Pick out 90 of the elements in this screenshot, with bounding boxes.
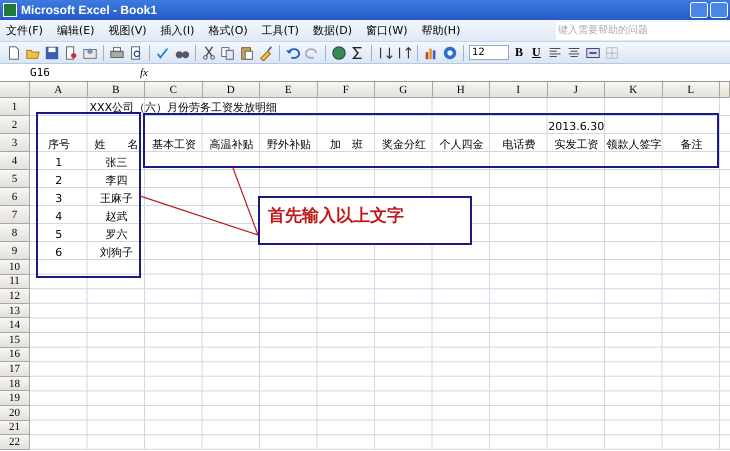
menu-item[interactable]: 插入(I) (160, 23, 194, 38)
column-header[interactable]: C (145, 82, 202, 98)
table-cell: 3 (55, 192, 62, 206)
sort-descending-icon[interactable] (396, 44, 412, 60)
table-cell: XXX公司（六）月份劳务工资发放明细 (90, 101, 278, 115)
row-header[interactable]: 9 (0, 242, 30, 260)
function-label[interactable]: fx (140, 66, 148, 78)
table-cell: 4 (55, 210, 62, 224)
table-cell: 高温补贴 (209, 138, 254, 152)
row-header[interactable]: 22 (0, 435, 30, 450)
table-cell: 加 班 (330, 138, 363, 152)
row-header[interactable]: 8 (0, 224, 30, 242)
table-cell: 基本工资 (152, 138, 196, 152)
table-cell: 姓 名 (94, 138, 138, 152)
row-header[interactable]: 7 (0, 206, 30, 224)
menu-item[interactable]: 格式(O) (208, 23, 248, 38)
help-icon[interactable] (442, 44, 458, 60)
table-cell: 王麻子 (100, 192, 133, 206)
row-header[interactable]: 3 (0, 134, 30, 152)
table-cell: 领款人签字 (606, 138, 662, 152)
paste-icon[interactable] (239, 44, 255, 60)
row-header[interactable]: 2 (0, 116, 30, 134)
table-cell: 罗六 (105, 228, 128, 242)
maximize-button[interactable] (710, 2, 728, 18)
column-header[interactable]: F (318, 82, 375, 98)
row-header[interactable]: 18 (0, 376, 30, 392)
menu-item[interactable]: 帮助(H) (422, 23, 460, 38)
row-header[interactable]: 6 (0, 188, 30, 206)
row-header[interactable]: 14 (0, 318, 30, 333)
menu-item[interactable]: 视图(V) (108, 23, 147, 38)
table-cell: 张三 (105, 156, 128, 170)
table-cell: 2 (55, 174, 62, 188)
column-header[interactable]: E (260, 82, 318, 98)
row-header[interactable]: 12 (0, 289, 30, 304)
menu-item[interactable]: 文件(F) (6, 23, 43, 38)
table-cell: 序号 (48, 138, 70, 152)
column-header[interactable]: H (432, 82, 490, 98)
row-header[interactable]: 19 (0, 391, 30, 406)
row-header[interactable]: 10 (0, 260, 30, 275)
window-title: Microsoft Excel - Book1 (21, 3, 158, 17)
column-header[interactable]: A (30, 82, 88, 98)
column-header[interactable]: D (202, 82, 260, 98)
bold-button[interactable]: B (512, 45, 526, 60)
column-header[interactable]: I (490, 82, 548, 98)
column-header[interactable]: L (662, 82, 720, 98)
table-cell: 李四 (105, 174, 128, 188)
save-icon[interactable] (44, 44, 60, 60)
table-cell: 1 (55, 156, 62, 170)
name-box[interactable]: G16 (0, 65, 95, 80)
menu-item[interactable]: 工具(T) (262, 23, 299, 38)
table-cell: 刘狗子 (100, 246, 133, 260)
table-cell: 赵武 (105, 210, 128, 224)
column-header[interactable]: J (548, 82, 605, 98)
print-icon[interactable] (109, 44, 125, 60)
help-search-field[interactable]: 键入需要帮助的问题 (556, 22, 730, 40)
cut-icon[interactable] (201, 44, 217, 60)
table-cell: 野外补贴 (266, 138, 311, 152)
column-header[interactable]: B (88, 82, 145, 98)
menu-item[interactable]: 数据(D) (312, 23, 352, 38)
row-header[interactable]: 21 (0, 420, 30, 436)
table-cell: 奖金分红 (382, 138, 426, 152)
row-header[interactable]: 4 (0, 152, 30, 170)
app-icon (3, 3, 17, 17)
table-cell: 备注 (680, 138, 702, 152)
copy-icon[interactable] (220, 44, 236, 60)
underline-button[interactable]: U (529, 45, 544, 60)
menu-item[interactable]: 编辑(E) (56, 23, 94, 38)
row-header[interactable]: 13 (0, 304, 30, 318)
row-header[interactable]: 20 (0, 406, 30, 421)
row-header[interactable]: 1 (0, 98, 30, 116)
sort-ascending-icon[interactable] (377, 44, 393, 60)
table-cell: 电话费 (502, 138, 536, 152)
minimize-button[interactable] (690, 2, 708, 18)
menu-item[interactable]: 窗口(W) (366, 23, 408, 38)
format-painter-icon[interactable] (258, 44, 274, 60)
new-document-icon[interactable] (6, 44, 22, 60)
table-cell: 实发工资 (554, 138, 598, 152)
row-header[interactable]: 16 (0, 348, 30, 362)
table-cell: 个人四金 (439, 138, 484, 152)
font-size-field[interactable]: 12 (469, 45, 509, 60)
table-cell: 6 (55, 246, 62, 260)
row-header[interactable]: 15 (0, 332, 30, 348)
table-cell: 5 (55, 228, 62, 242)
row-header[interactable]: 17 (0, 362, 30, 377)
column-header[interactable]: G (375, 82, 432, 98)
callout-note: 首先输入以上文字 (258, 196, 472, 245)
row-header[interactable]: 5 (0, 170, 30, 188)
column-header[interactable]: K (605, 82, 662, 98)
table-cell: 2013.6.30 (548, 120, 604, 134)
row-header[interactable]: 11 (0, 274, 30, 290)
